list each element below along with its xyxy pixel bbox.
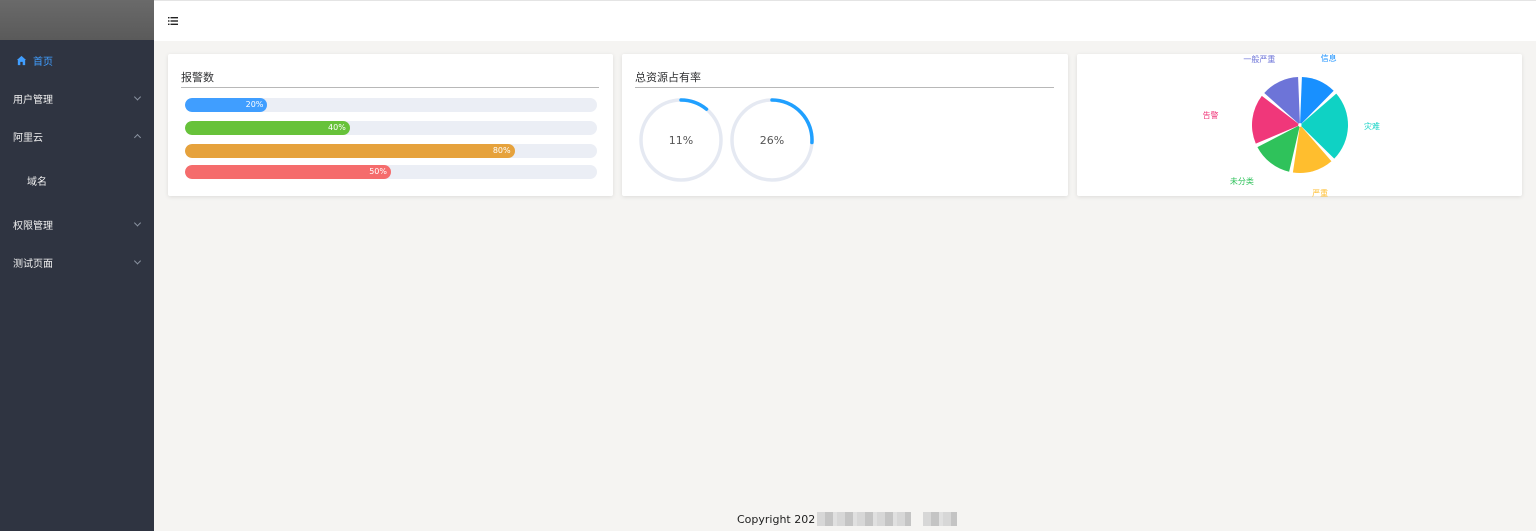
progress-bar: 50% [185, 165, 597, 179]
alarm-count-card: 报警数 20% 40% 80% 50% [168, 54, 613, 196]
pie-slice-label: 灾难 [1363, 122, 1380, 132]
ring-label: 11% [668, 133, 694, 147]
progress-bar-fill: 20% [185, 98, 268, 112]
sidebar-item-home[interactable]: 首页 [0, 41, 154, 79]
card-divider [181, 87, 599, 88]
progress-bar-fill: 80% [185, 144, 515, 158]
sidebar-item-label: 域名 [27, 176, 47, 188]
chevron-down-icon [133, 219, 142, 227]
resource-usage-card: 总资源占有率 11% 26% [622, 54, 1068, 196]
home-icon [16, 55, 27, 65]
sidebar-item-user-management[interactable]: 用户管理 [0, 79, 154, 117]
category-pie-card: 信息灾难严重 未分类 告警 一般严重 [1077, 53, 1522, 199]
progress-bar-fill: 50% [185, 165, 391, 179]
menu-fold-icon[interactable] [168, 16, 178, 26]
sidebar-item-aliyun[interactable]: 阿里云 [0, 117, 154, 155]
card-title: 总资源占有率 [635, 71, 701, 84]
chevron-up-icon [133, 133, 142, 142]
sidebar-item-label: 用户管理 [13, 94, 53, 106]
copyright-text: Copyright 202 [737, 513, 816, 526]
chevron-down-icon [133, 93, 142, 101]
sidebar-item-label: 首页 [33, 56, 53, 68]
ring-label: 26% [759, 133, 785, 147]
progress-label: 40% [328, 123, 346, 132]
top-header [154, 0, 1536, 41]
card-divider [635, 87, 1054, 88]
card-title: 报警数 [181, 71, 214, 84]
sidebar-subitem-domain[interactable]: 域名 [0, 155, 154, 205]
redacted-text [923, 512, 958, 526]
sidebar-menu: 首页 用户管理 阿里云 域名 权限管理 测试页面 [0, 41, 154, 281]
pie-chart [1252, 77, 1348, 173]
pie-slice-label: 严重 [1312, 189, 1329, 199]
progress-label: 80% [492, 146, 511, 155]
progress-bar-fill: 40% [185, 121, 350, 135]
progress-bar: 80% [185, 144, 597, 158]
chevron-down-icon [133, 257, 142, 265]
pie-slice-label: 信息 [1320, 53, 1337, 63]
logo-area [0, 0, 154, 40]
pie-slice-label: 未分类 [1229, 176, 1254, 186]
progress-bar: 20% [185, 98, 597, 112]
sidebar-item-label: 阿里云 [13, 132, 43, 144]
sidebar-item-test-page[interactable]: 测试页面 [0, 243, 154, 281]
redacted-text [817, 512, 912, 526]
progress-label: 50% [369, 167, 387, 176]
sidebar-item-label: 测试页面 [13, 258, 53, 270]
pie-slice-label: 告警 [1202, 110, 1219, 120]
sidebar-item-label: 权限管理 [13, 220, 53, 232]
copyright-footer: Copyright 202 [737, 512, 958, 526]
pie-slice-label: 一般严重 [1243, 54, 1276, 64]
progress-label: 20% [245, 100, 264, 109]
sidebar-item-permission-management[interactable]: 权限管理 [0, 205, 154, 243]
sidebar: 首页 用户管理 阿里云 域名 权限管理 测试页面 [0, 0, 154, 531]
progress-bar: 40% [185, 121, 597, 135]
